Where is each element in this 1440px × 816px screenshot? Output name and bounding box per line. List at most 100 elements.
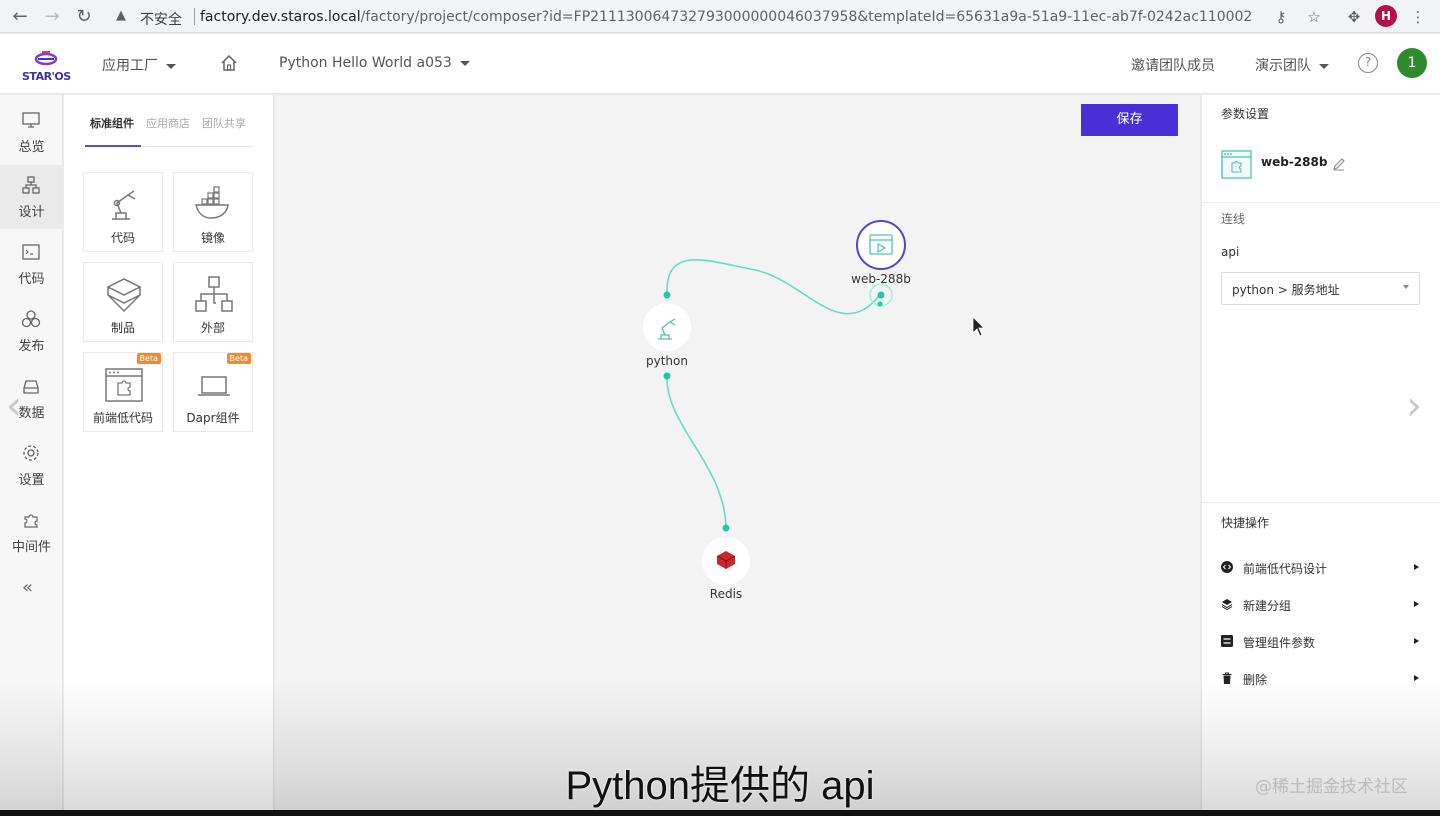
caret-right-icon	[1414, 638, 1419, 644]
node-redis[interactable]	[702, 537, 750, 585]
nav-label: 中间件	[11, 540, 51, 555]
team-selector[interactable]: 演示团队	[1255, 55, 1329, 75]
nav-label: 设置	[18, 473, 45, 488]
left-sidebar: 总览 设计 代码 发布 数据 设置 中间件 «	[0, 95, 63, 816]
laptop-icon	[198, 376, 230, 396]
url-host: factory.dev.staros.local	[200, 9, 361, 25]
node-python[interactable]	[643, 303, 691, 351]
divider	[194, 8, 195, 25]
quick-action-label: 删除	[1243, 673, 1268, 687]
watermark: @稀土掘金技术社区	[1255, 777, 1408, 797]
nav-label: 设计	[18, 205, 45, 220]
nav-item-publish[interactable]: 发布	[0, 299, 63, 363]
component-card-code[interactable]: 代码	[83, 172, 163, 252]
web-component-icon	[1221, 150, 1252, 179]
edit-pencil-icon[interactable]	[1332, 157, 1346, 171]
port-dot[interactable]	[663, 372, 671, 380]
quick-action-lowcode-design[interactable]: 前端低代码设计	[1221, 558, 1419, 578]
code-icon	[22, 244, 40, 260]
api-select-value: python > 服务地址	[1232, 283, 1340, 297]
back-icon[interactable]: ←	[8, 5, 32, 29]
key-icon[interactable]: ⚷	[1269, 5, 1293, 29]
quick-action-label: 前端低代码设计	[1243, 562, 1328, 576]
connection-edge-python-redis[interactable]	[666, 375, 727, 529]
design-canvas[interactable]: 保存 web-288b python Redis	[275, 95, 1200, 816]
nav-item-middleware[interactable]: 中间件	[0, 500, 63, 564]
component-label: 前端低代码	[92, 411, 153, 425]
port-dot[interactable]	[722, 524, 730, 532]
quick-action-delete[interactable]: 删除	[1221, 669, 1419, 689]
collapse-sidebar-icon[interactable]: «	[22, 577, 33, 598]
lowcode-icon	[105, 368, 143, 402]
component-card-dapr[interactable]: Beta Dapr组件	[173, 352, 253, 432]
component-label: 镜像	[200, 231, 225, 245]
extensions-icon[interactable]: ✥	[1342, 5, 1366, 29]
connection-graph	[643, 220, 985, 585]
project-name: Python Hello World a053	[279, 55, 452, 71]
tab-app-store[interactable]: 应用商店	[146, 115, 190, 131]
address-bar[interactable]: ▲ 不安全 factory.dev.staros.local/factory/p…	[106, 3, 1338, 30]
more-icon[interactable]: ⋮	[1406, 5, 1430, 29]
next-slide-icon[interactable]: ›	[1406, 383, 1422, 429]
nav-item-overview[interactable]: 总览	[0, 100, 63, 164]
port-dot[interactable]	[877, 301, 883, 307]
beta-badge: Beta	[136, 353, 161, 364]
app-factory-menu[interactable]: 应用工厂	[102, 55, 176, 75]
layers-icon	[1221, 599, 1233, 610]
caret-down-icon	[1403, 285, 1409, 289]
prev-slide-icon[interactable]: ‹	[6, 383, 22, 429]
port-dot[interactable]	[877, 291, 885, 299]
video-subtitle: Python提供的 api	[565, 764, 875, 808]
nav-item-settings[interactable]: 设置	[0, 433, 63, 497]
nav-item-design[interactable]: 设计	[0, 165, 63, 229]
tab-standard-components[interactable]: 标准组件	[90, 115, 134, 131]
caret-right-icon	[1414, 601, 1419, 607]
gear-icon	[23, 445, 39, 461]
node-web[interactable]	[856, 220, 906, 270]
caret-right-icon	[1414, 564, 1419, 570]
help-icon[interactable]: ?	[1358, 53, 1378, 73]
puzzle-icon	[24, 514, 38, 528]
params-icon	[1221, 635, 1233, 647]
component-card-image[interactable]: 镜像	[173, 172, 253, 252]
tab-active-indicator	[85, 145, 141, 147]
component-label: 制品	[110, 321, 135, 335]
port-dot[interactable]	[663, 291, 671, 299]
divider	[1202, 202, 1440, 203]
component-panel: 标准组件 应用商店 团队共享 代码 镜像 制品 外部 Beta 前端低代码 Be…	[64, 95, 274, 816]
caret-down-icon	[166, 63, 176, 69]
api-select[interactable]: python > 服务地址	[1221, 272, 1420, 305]
home-icon[interactable]	[219, 53, 239, 73]
properties-panel: 参数设置 web-288b 连线 api python > 服务地址 快捷操作 …	[1201, 95, 1440, 816]
quick-action-manage-params[interactable]: 管理组件参数	[1221, 632, 1419, 652]
component-card-lowcode[interactable]: Beta 前端低代码	[83, 352, 163, 432]
star-icon[interactable]: ☆	[1302, 5, 1326, 29]
browser-profile-avatar[interactable]: H	[1375, 5, 1397, 27]
component-label: 外部	[200, 321, 225, 335]
publish-icon	[21, 310, 41, 328]
staros-logo[interactable]: STAR'OS	[22, 48, 71, 84]
design-icon	[22, 176, 40, 194]
nav-label: 代码	[18, 272, 45, 287]
component-label: 代码	[110, 231, 135, 245]
nav-label: 总览	[18, 140, 45, 155]
component-card-external[interactable]: 外部	[173, 262, 253, 342]
component-card-artifact[interactable]: 制品	[83, 262, 163, 342]
url-path: /factory/project/composer?id=FP211130064…	[360, 9, 1253, 25]
caret-down-icon	[1319, 63, 1329, 69]
quick-action-new-group[interactable]: 新建分组	[1221, 595, 1419, 615]
url-text: factory.dev.staros.local/factory/project…	[200, 9, 1252, 25]
reload-icon[interactable]: ↻	[72, 5, 96, 29]
node-label-redis: Redis	[709, 587, 743, 601]
invite-members-link[interactable]: 邀请团队成员	[1131, 55, 1215, 75]
caret-right-icon	[1414, 675, 1419, 681]
project-selector[interactable]: Python Hello World a053	[279, 55, 470, 71]
node-label-web: web-288b	[851, 272, 911, 286]
nav-item-code[interactable]: 代码	[0, 232, 63, 296]
browser-toolbar: ← → ↻ ▲ 不安全 factory.dev.staros.local/fac…	[0, 0, 1440, 33]
connection-edge-python-web[interactable]	[666, 259, 881, 315]
code-circle-icon	[1221, 561, 1233, 573]
tab-team-shared[interactable]: 团队共享	[202, 115, 246, 131]
forward-icon[interactable]: →	[40, 5, 64, 29]
user-avatar[interactable]: 1	[1397, 48, 1427, 78]
